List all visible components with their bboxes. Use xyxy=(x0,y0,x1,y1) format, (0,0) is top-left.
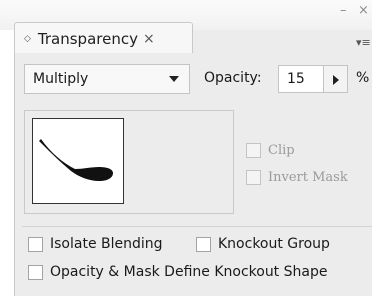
minimize-icon[interactable]: – xyxy=(340,4,347,17)
arrow-right-icon xyxy=(333,75,339,85)
define-knockout-checkbox[interactable] xyxy=(28,264,43,280)
tab-close-icon[interactable]: × xyxy=(143,32,155,46)
knockout-group-label: Knockout Group xyxy=(218,236,330,252)
clip-option[interactable]: Clip xyxy=(246,143,295,158)
chevron-down-icon xyxy=(169,76,179,82)
invert-mask-checkbox[interactable] xyxy=(246,170,261,185)
tab-toggle-icon[interactable]: ◇ xyxy=(24,34,31,44)
blend-mode-dropdown[interactable]: Multiply xyxy=(24,64,190,94)
opacity-input[interactable]: 15 xyxy=(278,65,324,93)
opacity-label: Opacity: xyxy=(204,70,262,86)
divider xyxy=(22,226,372,227)
define-knockout-option[interactable]: Opacity & Mask Define Knockout Shape xyxy=(28,264,327,280)
transparency-panel: – × ◇ Transparency × ▾≡ Multiply Opacity… xyxy=(0,0,372,296)
invert-mask-label: Invert Mask xyxy=(268,170,348,185)
clip-label: Clip xyxy=(268,143,295,158)
close-icon[interactable]: × xyxy=(358,4,369,17)
opacity-unit: % xyxy=(356,70,370,86)
tab-bar-background xyxy=(192,30,372,54)
isolate-blending-label: Isolate Blending xyxy=(50,236,163,252)
tab-label: Transparency xyxy=(37,29,138,48)
knockout-group-checkbox[interactable] xyxy=(196,236,211,252)
panel-menu-icon[interactable]: ▾≡ xyxy=(356,36,371,49)
blend-mode-value: Multiply xyxy=(33,71,89,87)
isolate-blending-option[interactable]: Isolate Blending xyxy=(28,236,163,252)
artwork-thumbnail[interactable] xyxy=(32,118,124,204)
clip-checkbox[interactable] xyxy=(246,143,261,158)
isolate-blending-checkbox[interactable] xyxy=(28,236,43,252)
spoon-shape-thumbnail xyxy=(39,139,113,181)
invert-mask-option[interactable]: Invert Mask xyxy=(246,170,348,185)
tab-transparency[interactable]: ◇ Transparency × xyxy=(14,22,193,54)
opacity-slider-button[interactable] xyxy=(324,65,348,93)
knockout-group-option[interactable]: Knockout Group xyxy=(196,236,330,252)
define-knockout-label: Opacity & Mask Define Knockout Shape xyxy=(50,264,328,280)
